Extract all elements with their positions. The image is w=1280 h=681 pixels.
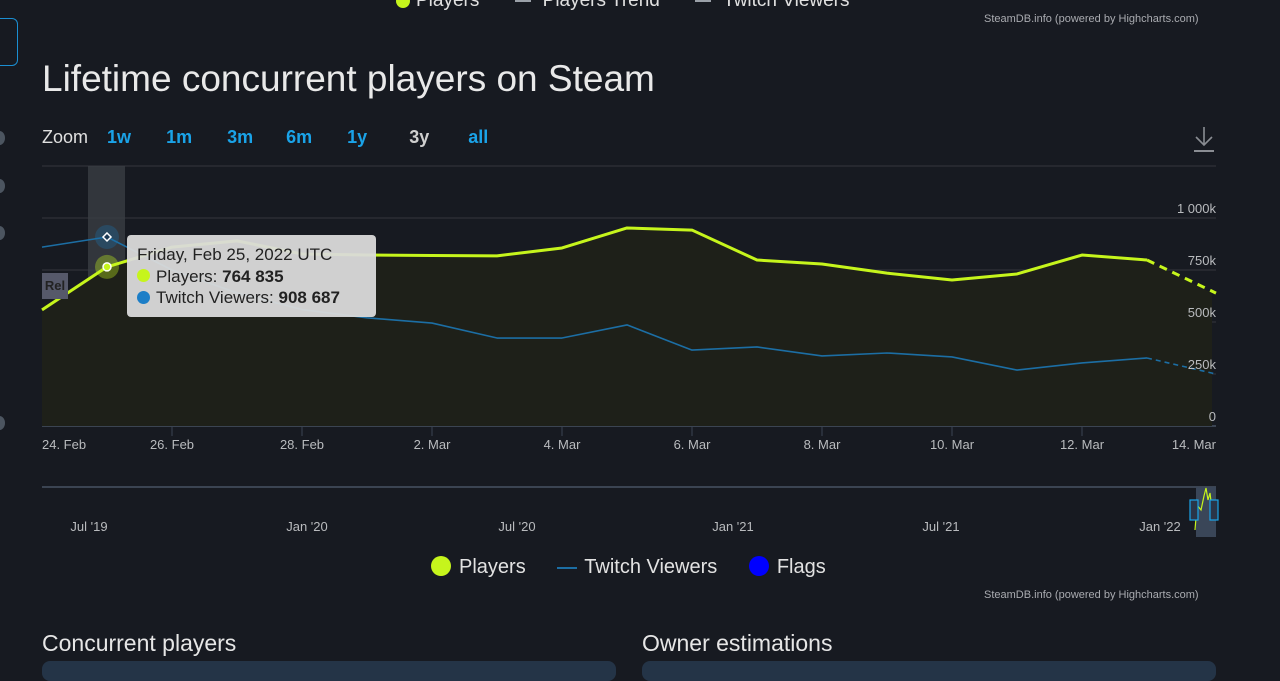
- navigator-handle-right[interactable]: [1210, 500, 1218, 520]
- owner-estimations-heading: Owner estimations: [642, 630, 832, 657]
- x-tick-label: 12. Mar: [1060, 437, 1105, 452]
- players-dot-icon: [431, 556, 451, 576]
- x-tick-label: 6. Mar: [674, 437, 712, 452]
- x-tick-label: 2. Mar: [414, 437, 452, 452]
- navigator-label: Jul '21: [922, 519, 959, 534]
- legend-flags-label: Flags: [777, 556, 826, 578]
- twitch-line-icon: [557, 567, 577, 569]
- tooltip-date: Friday, Feb 25, 2022 UTC: [137, 244, 366, 266]
- chart-legend: Players Twitch Viewers Flags: [431, 556, 852, 579]
- x-tick-label: 24. Feb: [42, 437, 86, 452]
- players-dot-icon: [137, 269, 150, 282]
- legend-players-label: Players: [459, 556, 526, 578]
- owner-estimations-panel: [642, 661, 1216, 681]
- tooltip-players-label: Players:: [156, 267, 222, 286]
- navigator-label: Jul '19: [70, 519, 107, 534]
- navigator-label: Jul '20: [498, 519, 535, 534]
- y-tick-label: 750k: [1188, 253, 1217, 268]
- y-tick-label: 1 000k: [1177, 201, 1217, 216]
- navigator-label: Jan '21: [712, 519, 754, 534]
- legend-item-players[interactable]: Players: [431, 556, 526, 579]
- tooltip-twitch-label: Twitch Viewers:: [156, 288, 279, 307]
- players-hover-marker: [103, 263, 111, 271]
- legend-item-twitch[interactable]: Twitch Viewers: [557, 556, 717, 579]
- concurrent-players-panel: [42, 661, 616, 681]
- navigator-label: Jan '20: [286, 519, 328, 534]
- x-tick-label: 28. Feb: [280, 437, 324, 452]
- y-tick-label: 250k: [1188, 357, 1217, 372]
- x-tick-label: 10. Mar: [930, 437, 975, 452]
- legend-twitch-label: Twitch Viewers: [584, 556, 717, 578]
- concurrent-players-heading: Concurrent players: [42, 630, 236, 657]
- navigator-label: Jan '22: [1139, 519, 1181, 534]
- flags-dot-icon: [749, 556, 769, 576]
- y-tick-label: 500k: [1188, 305, 1217, 320]
- twitch-dot-icon: [137, 291, 150, 304]
- legend-item-flags[interactable]: Flags: [749, 556, 826, 579]
- x-tick-label: 26. Feb: [150, 437, 194, 452]
- tooltip-twitch-value: 908 687: [279, 288, 340, 307]
- navigator-handle-left[interactable]: [1190, 500, 1198, 520]
- tooltip: Friday, Feb 25, 2022 UTC Players: 764 83…: [127, 235, 376, 317]
- x-tick-label: 8. Mar: [804, 437, 842, 452]
- rel-button[interactable]: Rel: [42, 273, 68, 299]
- y-tick-label: 0: [1209, 409, 1216, 424]
- tooltip-players-value: 764 835: [222, 267, 283, 286]
- credits-bottom[interactable]: SteamDB.info (powered by Highcharts.com): [984, 589, 1199, 601]
- x-tick-label: 4. Mar: [544, 437, 582, 452]
- x-tick-label: 14. Mar: [1172, 437, 1217, 452]
